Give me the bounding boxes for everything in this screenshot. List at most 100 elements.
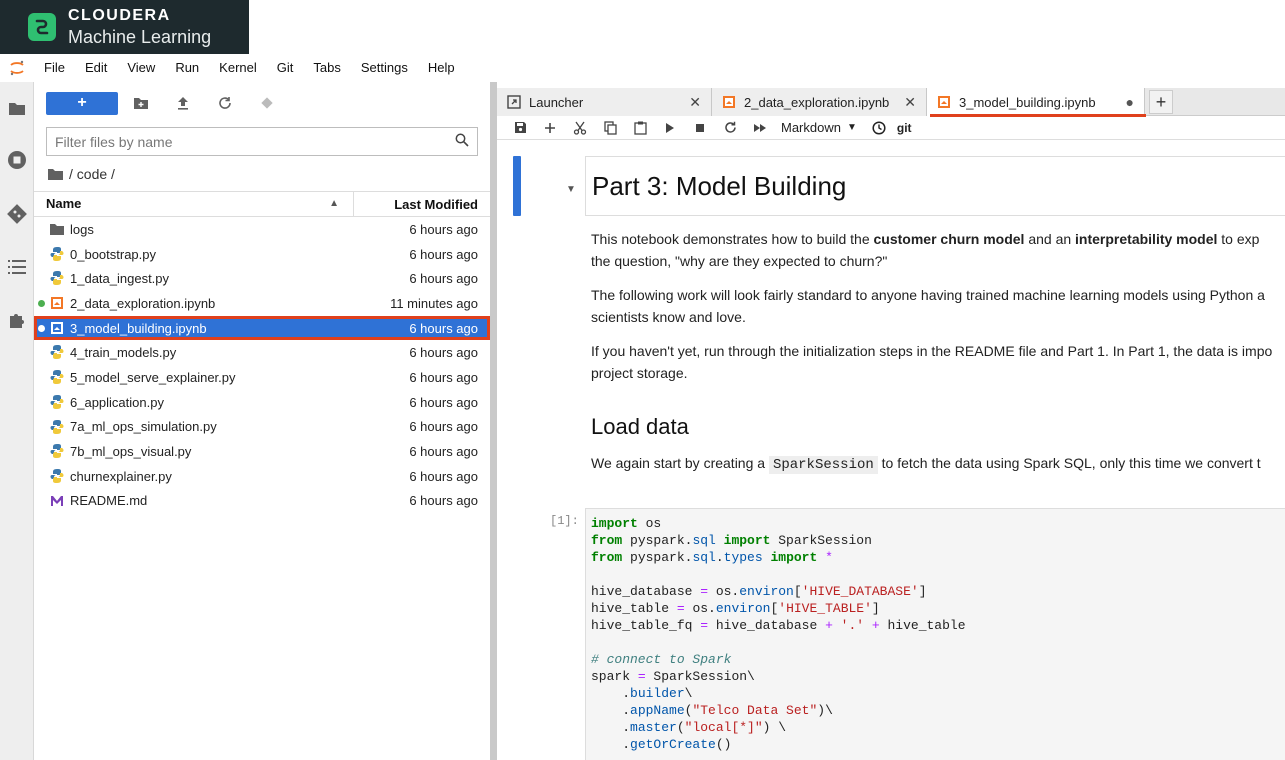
running-indicator-icon [38,300,45,308]
running-sessions-icon[interactable] [5,148,29,172]
code-line: .master("local[*]") \ [591,720,787,735]
menu-view[interactable]: View [117,54,165,82]
file-row-readme[interactable]: README.md 6 hours ago [34,489,490,514]
new-launcher-button[interactable]: + [46,91,118,115]
code-line: hive_database = os.environ['HIVE_DATABAS… [591,584,927,599]
stop-icon[interactable] [685,117,715,139]
cut-icon[interactable] [565,117,595,139]
tab-2-data-exploration[interactable]: 2_data_exploration.ipynb ✕ [712,88,927,116]
notebook-icon [938,96,950,108]
file-row-1-data-ingest[interactable]: 1_data_ingest.py 6 hours ago [34,266,490,291]
fast-forward-icon[interactable] [745,117,775,139]
save-icon[interactable] [505,117,535,139]
tab-launcher[interactable]: Launcher ✕ [497,88,712,116]
section-heading: Load data [591,414,689,439]
menu-settings[interactable]: Settings [351,54,418,82]
file-modified: 6 hours ago [409,221,478,237]
python-icon [50,370,64,385]
panel-splitter[interactable] [490,82,497,760]
search-icon [455,133,469,150]
file-modified: 11 minutes ago [390,295,478,311]
git-diff-button[interactable]: git [897,121,912,135]
heading-cell-frame: Part 3: Model Building [585,156,1285,216]
menu-edit[interactable]: Edit [75,54,117,82]
home-folder-icon[interactable] [48,168,63,180]
file-modified: 6 hours ago [409,444,478,460]
activity-bar [0,82,34,760]
brand-product: Machine Learning [68,27,212,47]
git-clone-icon[interactable] [246,91,288,115]
file-row-2-data-exploration[interactable]: 2_data_exploration.ipynb 11 minutes ago [34,291,490,316]
paste-icon[interactable] [625,117,655,139]
file-row-7a-ml-ops-simulation[interactable]: 7a_ml_ops_simulation.py 6 hours ago [34,415,490,440]
tab-bar: Launcher ✕ 2_data_exploration.ipynb ✕ 3_… [497,88,1285,117]
execution-count: [1]: [550,514,579,528]
close-icon[interactable]: ✕ [677,94,701,111]
run-icon[interactable] [655,117,685,139]
file-name: 7b_ml_ops_visual.py [70,444,192,460]
collapse-heading-icon[interactable]: ▼ [566,184,576,195]
tab-3-model-building[interactable]: 3_model_building.ipynb ● [927,88,1146,117]
file-row-0-bootstrap[interactable]: 0_bootstrap.py 6 hours ago [34,242,490,267]
modified-column-header[interactable]: Last Modified [354,197,490,212]
clock-icon[interactable] [869,117,889,139]
menu-tabs[interactable]: Tabs [303,54,350,82]
close-icon[interactable]: ✕ [892,94,916,111]
upload-icon[interactable] [162,91,204,115]
code-line: hive_table = os.environ['HIVE_TABLE'] [591,601,880,616]
file-name: 5_model_serve_explainer.py [70,369,236,385]
code-cell[interactable]: import os from pyspark.sql import SparkS… [585,508,1285,760]
unsaved-indicator-icon[interactable]: ● [1114,94,1134,110]
folder-icon[interactable] [5,96,29,120]
menu-kernel[interactable]: Kernel [209,54,267,82]
prerequisite-paragraph: If you haven't yet, run through the init… [591,343,1273,381]
new-folder-icon[interactable] [120,91,162,115]
menu-file[interactable]: File [34,54,75,82]
breadcrumb: / code / [48,165,115,183]
file-browser: + / code / Name [34,82,490,760]
jupyterlab-app: CLOUDERA Machine Learning File Edit View… [0,0,1285,760]
file-name: 2_data_exploration.ipynb [70,295,216,311]
file-name: 4_train_models.py [70,345,177,361]
file-modified: 6 hours ago [409,419,478,435]
file-row-churnexplainer[interactable]: churnexplainer.py 6 hours ago [34,464,490,489]
file-row-7b-ml-ops-visual[interactable]: 7b_ml_ops_visual.py 6 hours ago [34,439,490,464]
notebook-icon [723,96,735,108]
inline-code: SparkSession [768,456,878,474]
restart-icon[interactable] [715,117,745,139]
file-name: 6_application.py [70,394,164,410]
file-row-5-model-serve-explainer[interactable]: 5_model_serve_explainer.py 6 hours ago [34,365,490,390]
extension-manager-icon[interactable] [5,308,29,332]
refresh-icon[interactable] [204,91,246,115]
main-dock-panel: Launcher ✕ 2_data_exploration.ipynb ✕ 3_… [497,82,1285,760]
breadcrumb-path[interactable]: / code / [69,166,115,182]
code-line: # connect to Spark [591,652,732,667]
menu-help[interactable]: Help [418,54,465,82]
brand-name: CLOUDERA [68,7,171,24]
file-filter-field[interactable] [46,127,478,156]
file-row-6-application[interactable]: 6_application.py 6 hours ago [34,390,490,415]
file-row-logs[interactable]: logs 6 hours ago [34,217,490,242]
table-of-contents-icon[interactable] [5,255,29,279]
insert-cell-icon[interactable] [535,117,565,139]
file-name: logs [70,221,94,237]
code-line: .getOrCreate() [591,737,732,752]
menu-git[interactable]: Git [267,54,304,82]
cloudera-brand: CLOUDERA Machine Learning [0,0,249,54]
file-row-3-model-building[interactable]: 3_model_building.ipynb 6 hours ago [34,315,490,341]
name-column-header[interactable]: Name ▲ [34,192,354,216]
file-filter-input[interactable] [55,133,455,150]
code-line: spark = SparkSession\ [591,669,755,684]
add-tab-button[interactable]: + [1149,90,1173,114]
cell-type-select[interactable]: Markdown ▼ [781,120,857,135]
context-paragraph: The following work will look fairly stan… [591,287,1265,325]
file-name: 7a_ml_ops_simulation.py [70,419,217,435]
notebook-icon [50,321,64,335]
copy-icon[interactable] [595,117,625,139]
name-header-label: Name [46,196,82,211]
file-row-4-train-models[interactable]: 4_train_models.py 6 hours ago [34,340,490,365]
notebook-toolbar: Markdown ▼ git [497,116,1285,140]
menu-run[interactable]: Run [165,54,209,82]
git-icon[interactable] [5,202,29,226]
markdown-cell[interactable]: Part 3: Model Building This notebook dem… [585,156,1285,476]
